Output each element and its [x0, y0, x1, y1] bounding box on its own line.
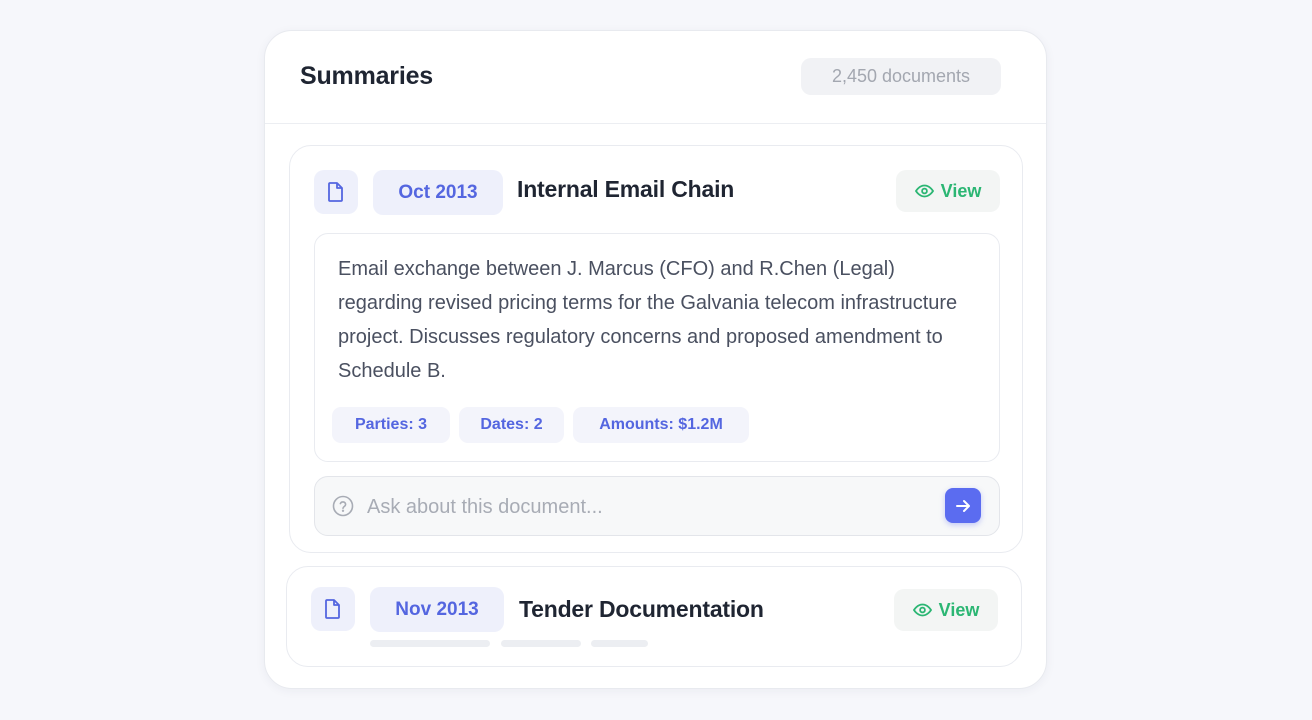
- question-circle-icon: [332, 495, 354, 517]
- loading-skeleton: [370, 640, 490, 647]
- file-icon: [311, 587, 355, 631]
- tag-amounts: Amounts: $1.2M: [573, 407, 749, 443]
- panel-title: Summaries: [300, 62, 433, 90]
- document-card: Nov 2013 Tender Documentation View: [286, 566, 1022, 667]
- loading-skeleton: [501, 640, 581, 647]
- tag-parties: Parties: 3: [332, 407, 450, 443]
- panel-header: Summaries 2,450 documents: [265, 31, 1046, 124]
- view-button-label: View: [940, 180, 982, 201]
- document-card: Oct 2013 Internal Email Chain View Email…: [289, 145, 1023, 553]
- file-icon: [314, 170, 358, 214]
- tag-dates: Dates: 2: [459, 407, 564, 443]
- summary-box: Email exchange between J. Marcus (CFO) a…: [314, 233, 1000, 462]
- eye-icon: [914, 184, 934, 198]
- document-title: Tender Documentation: [519, 596, 764, 622]
- arrow-right-icon: [955, 499, 971, 513]
- document-title: Internal Email Chain: [517, 176, 735, 202]
- view-button[interactable]: View: [896, 170, 1000, 212]
- date-chip: Oct 2013: [373, 170, 503, 215]
- ask-box: [314, 476, 1000, 536]
- document-count-badge: 2,450 documents: [801, 58, 1001, 95]
- summary-text: Email exchange between J. Marcus (CFO) a…: [338, 258, 958, 382]
- summaries-panel: Summaries 2,450 documents Oct 2013 Inter…: [264, 30, 1047, 689]
- view-button[interactable]: View: [894, 589, 998, 631]
- eye-icon: [912, 603, 932, 617]
- date-chip: Nov 2013: [370, 587, 504, 632]
- loading-skeleton: [591, 640, 648, 647]
- send-button[interactable]: [945, 488, 981, 523]
- view-button-label: View: [938, 599, 980, 620]
- ask-input[interactable]: [365, 485, 929, 529]
